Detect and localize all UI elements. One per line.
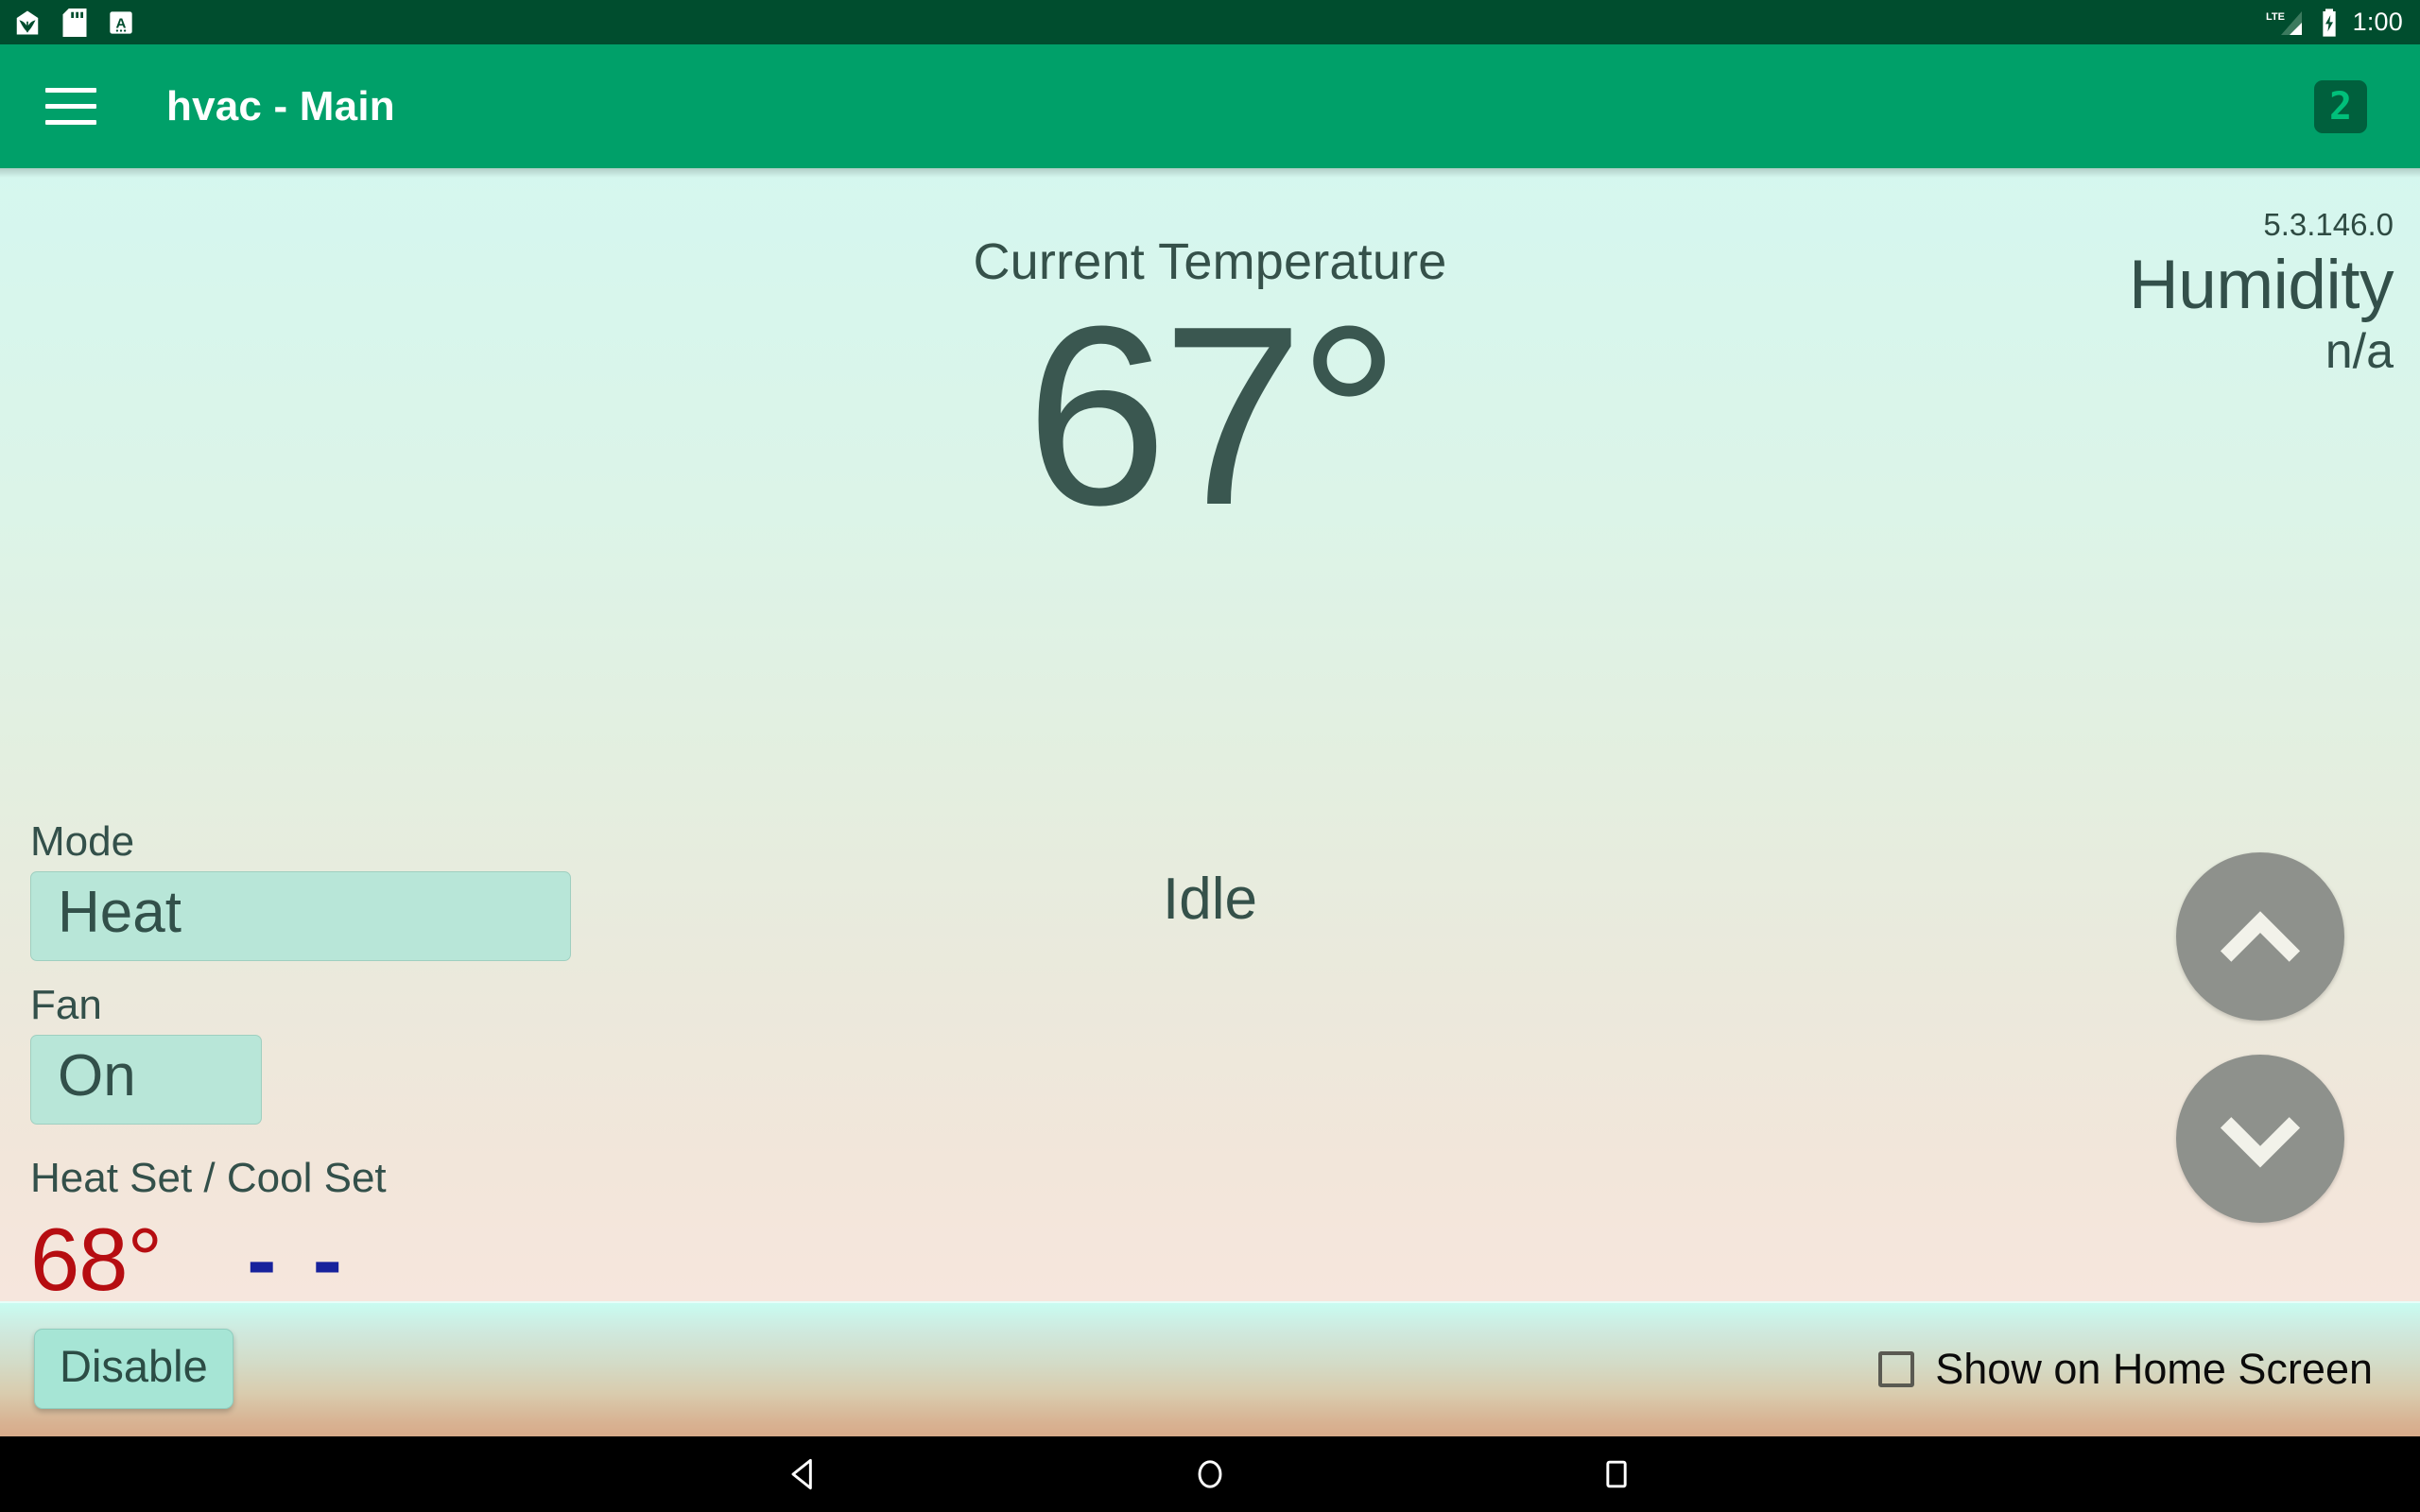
status-bar-system-icons: LTE 1:00 xyxy=(2264,8,2407,38)
fan-label: Fan xyxy=(30,981,102,1028)
thermostat-controls: Mode Heat Fan On Heat Set / Cool Set 68°… xyxy=(30,818,571,1301)
battery-charging-icon xyxy=(2322,8,2336,37)
setpoints-row: 68° - - xyxy=(30,1214,571,1301)
android-screen: A LTE 1:00 hvac - Main 2 5.3.146.0 Humid… xyxy=(0,0,2420,1512)
cool-setpoint-value[interactable]: - - xyxy=(247,1214,348,1301)
disable-button[interactable]: Disable xyxy=(34,1328,233,1410)
svg-text:A: A xyxy=(116,15,127,31)
mode-label: Mode xyxy=(30,818,135,865)
chevron-up-icon xyxy=(2220,911,2301,962)
sd-card-icon xyxy=(62,8,87,37)
back-triangle-icon[interactable] xyxy=(766,1436,841,1512)
home-plant-notification-icon xyxy=(16,10,39,34)
lte-signal-icon: LTE xyxy=(2266,10,2302,35)
humidity-label: Humidity xyxy=(2129,247,2394,323)
hamburger-menu-icon[interactable] xyxy=(45,77,106,137)
heat-setpoint-value[interactable]: 68° xyxy=(30,1214,163,1301)
home-circle-icon[interactable] xyxy=(1172,1436,1248,1512)
show-on-home-screen-label: Show on Home Screen xyxy=(1935,1344,2373,1393)
humidity-value: n/a xyxy=(2325,323,2394,379)
recents-square-icon[interactable] xyxy=(1579,1436,1654,1512)
app-version-label: 5.3.146.0 xyxy=(2263,207,2394,242)
humidity-block: Humidity n/a xyxy=(2129,249,2394,379)
thermostat-main-panel: 5.3.146.0 Humidity n/a Current Temperatu… xyxy=(0,168,2420,1301)
status-bar-notification-icons: A xyxy=(13,8,134,37)
back-triangle-glyph xyxy=(791,1458,812,1490)
mode-select-button[interactable]: Heat xyxy=(30,871,571,961)
show-on-home-screen-toggle[interactable]: Show on Home Screen xyxy=(1878,1345,2386,1394)
app-bar: hvac - Main 2 xyxy=(0,44,2420,178)
current-temperature-block: Current Temperature 67° xyxy=(0,232,2420,564)
recents-square-glyph xyxy=(1606,1460,1627,1488)
status-bar-clock: 1:00 xyxy=(2352,8,2403,36)
font-size-a-icon: A xyxy=(110,10,132,34)
svg-text:LTE: LTE xyxy=(2266,11,2285,23)
show-on-home-screen-checkbox[interactable] xyxy=(1878,1350,1915,1387)
android-status-bar: A LTE 1:00 xyxy=(0,0,2420,44)
home-circle-glyph xyxy=(1198,1460,1222,1488)
current-temperature-value: 67° xyxy=(1025,274,1400,558)
android-navigation-bar xyxy=(0,1436,2420,1512)
app-bar-title: hvac - Main xyxy=(166,82,395,129)
bottom-action-bar: Disable Show on Home Screen xyxy=(0,1301,2420,1436)
setpoint-decrease-button[interactable] xyxy=(2176,1055,2344,1223)
zone-count-badge[interactable]: 2 xyxy=(2314,79,2367,133)
setpoints-label: Heat Set / Cool Set xyxy=(30,1154,387,1201)
current-temperature-caption: Current Temperature xyxy=(973,233,1447,290)
zone-count-badge-label: 2 xyxy=(2328,84,2353,129)
setpoint-increase-button[interactable] xyxy=(2176,852,2344,1021)
chevron-down-icon xyxy=(2220,1117,2301,1168)
hamburger-line xyxy=(45,104,96,109)
hamburger-line xyxy=(45,88,96,93)
fan-select-button[interactable]: On xyxy=(30,1034,262,1125)
hamburger-line xyxy=(45,120,96,125)
